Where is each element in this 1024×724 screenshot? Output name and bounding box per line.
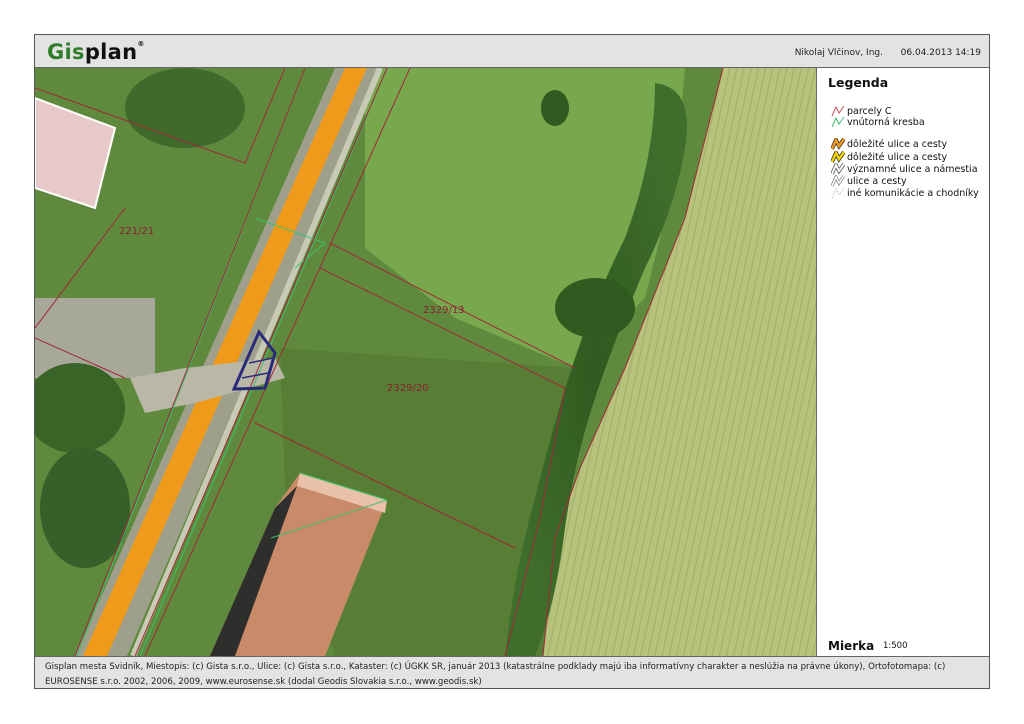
legend-item-paths: iné komunikácie a chodníky <box>831 187 979 199</box>
legend-label: parcely C <box>847 105 892 117</box>
legend-label: významné ulice a námestia <box>847 163 978 175</box>
parcel-label[interactable]: 2329/20 <box>387 383 429 394</box>
parcel-label[interactable]: 221/21 <box>119 226 154 237</box>
legend-label: dôležité ulice a cesty <box>847 151 948 163</box>
logo-part-plan: plan <box>84 40 138 64</box>
author-name: Nikolaj Vlčinov, Ing. <box>794 48 883 58</box>
scale-label: Mierka <box>828 639 875 653</box>
legend-item-inner-drawing: vnútorná kresba <box>831 116 925 128</box>
tree-single <box>541 90 569 126</box>
important-road-yellow-icon <box>831 151 845 163</box>
print-frame: Gisplan® Nikolaj Vlčinov, Ing. 06.04.201… <box>34 34 990 689</box>
gisplan-logo: Gisplan® <box>47 40 145 64</box>
print-datetime: 06.04.2013 14:19 <box>900 48 981 58</box>
tree-top-left <box>125 68 245 148</box>
major-street-icon <box>831 163 845 175</box>
legend-panel: Legenda parcely C vnútorná kresba dôleži… <box>817 68 989 656</box>
legend-item-streets: ulice a cesty <box>831 175 907 187</box>
map-view[interactable]: 221/21 2329/13 2329/20 <box>35 68 817 656</box>
path-icon <box>831 187 845 199</box>
inner-drawing-icon <box>831 116 845 128</box>
attribution-line-1: Gisplan mesta Svidník, Miestopis: (c) Gi… <box>45 662 946 672</box>
legend-label: iné komunikácie a chodníky <box>847 187 979 199</box>
logo-registered-mark: ® <box>137 40 145 48</box>
legend-item-important-roads-yellow: dôležité ulice a cesty <box>831 151 947 163</box>
logo-part-gis: Gis <box>47 40 85 64</box>
orthophoto-map[interactable]: 221/21 2329/13 2329/20 <box>35 68 817 656</box>
tree-cluster <box>555 278 635 338</box>
legend-label: dôležité ulice a cesty <box>847 138 948 150</box>
legend-title: Legenda <box>828 75 889 90</box>
parcel-label[interactable]: 2329/13 <box>423 305 465 316</box>
street-icon <box>831 175 845 187</box>
important-road-orange-icon <box>831 138 845 150</box>
yard-area <box>35 298 155 378</box>
attribution-line-2: EUROSENSE s.r.o. 2002, 2006, 2009, www.e… <box>45 677 482 687</box>
legend-item-important-roads-orange: dôležité ulice a cesty <box>831 138 947 150</box>
legend-label: ulice a cesty <box>847 175 907 187</box>
legend-item-major-streets: významné ulice a námestia <box>831 163 978 175</box>
scale-value: 1:500 <box>883 641 908 651</box>
legend-label: vnútorná kresba <box>847 116 925 128</box>
attribution-footer: Gisplan mesta Svidník, Miestopis: (c) Gi… <box>35 656 989 688</box>
header-bar: Gisplan® Nikolaj Vlčinov, Ing. 06.04.201… <box>35 35 989 68</box>
